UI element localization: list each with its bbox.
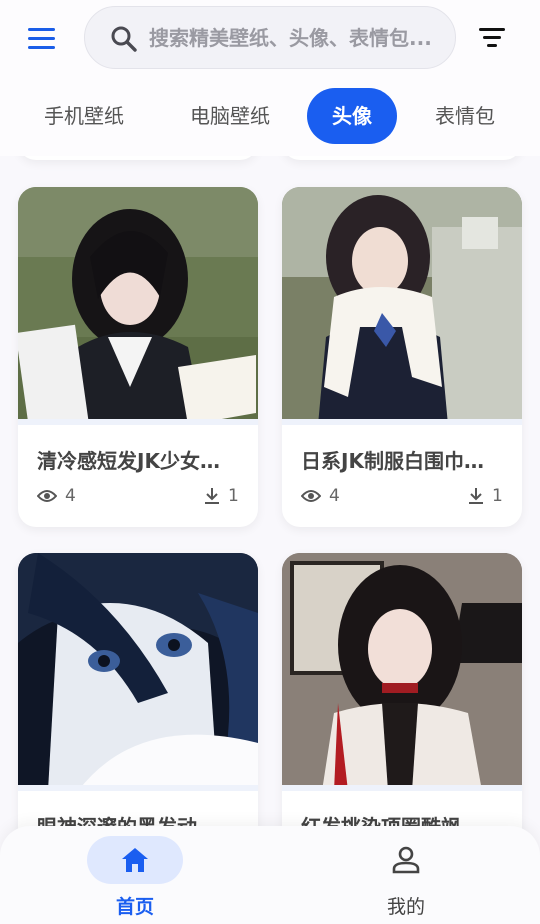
view-count-value: 4	[65, 486, 76, 506]
download-count: 1	[468, 485, 503, 507]
bottom-navigation: 首页 我的	[0, 826, 540, 924]
tab-pc-wallpaper[interactable]: 电脑壁纸	[176, 88, 284, 144]
menu-button[interactable]	[18, 20, 66, 56]
nav-profile[interactable]: 我的	[354, 834, 454, 920]
avatar-grid: 清冷感短发JK少女… 4 1 日系JK制服白围巾… 4 1	[0, 140, 540, 924]
download-count: 1	[204, 485, 239, 507]
home-icon	[122, 848, 148, 872]
avatar-thumbnail-2	[282, 187, 522, 425]
tab-avatar[interactable]: 头像	[307, 88, 397, 144]
download-count-value: 1	[228, 486, 239, 506]
category-tabs: 手机壁纸 电脑壁纸 头像 表情包	[0, 78, 540, 156]
avatar-thumbnail-4	[282, 553, 522, 791]
download-icon	[205, 488, 219, 504]
avatar-card[interactable]: 日系JK制服白围巾… 4 1	[282, 187, 522, 527]
view-count: 4	[301, 485, 340, 507]
download-icon	[469, 488, 483, 504]
person-icon	[392, 846, 420, 874]
nav-home[interactable]: 首页	[83, 834, 183, 920]
search-input[interactable]: 搜索精美壁纸、头像、表情包...	[149, 21, 445, 55]
app-screen: 清冷感短发JK少女… 4 1 日系JK制服白围巾… 4 1 搜索精美壁纸、头像、…	[0, 0, 540, 924]
search-bar[interactable]: 搜索精美壁纸、头像、表情包...	[84, 6, 456, 69]
nav-home-label: 首页	[115, 896, 154, 918]
filter-button[interactable]	[474, 20, 510, 56]
tab-stickers[interactable]: 表情包	[424, 88, 506, 144]
tab-phone-wallpaper[interactable]: 手机壁纸	[30, 88, 138, 144]
eye-icon	[37, 490, 57, 502]
avatar-thumbnail-1	[18, 187, 258, 425]
view-count-value: 4	[329, 486, 340, 506]
avatar-card[interactable]: 清冷感短发JK少女… 4 1	[18, 187, 258, 527]
search-icon	[111, 26, 137, 52]
card-title: 日系JK制服白围巾…	[301, 449, 484, 473]
download-count-value: 1	[492, 486, 503, 506]
nav-profile-label: 我的	[386, 896, 425, 918]
top-bar: 搜索精美壁纸、头像、表情包...	[0, 0, 540, 78]
avatar-thumbnail-3	[18, 553, 258, 791]
view-count: 4	[37, 485, 76, 507]
eye-icon	[301, 490, 321, 502]
card-title: 清冷感短发JK少女…	[37, 449, 220, 473]
